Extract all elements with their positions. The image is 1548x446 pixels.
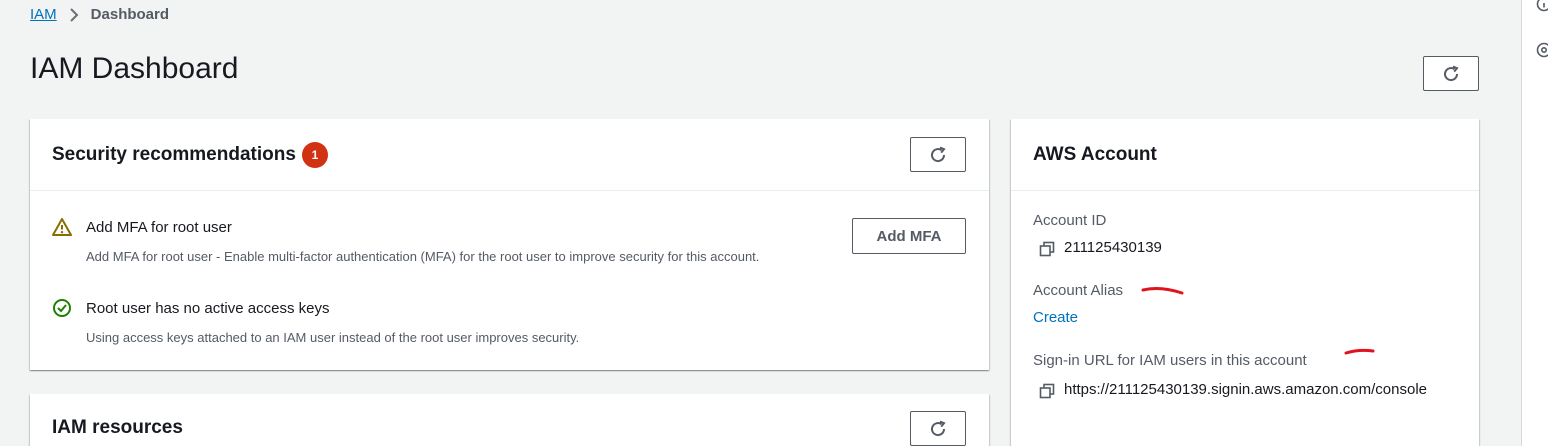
security-card-header: Security recommendations 1	[30, 119, 989, 191]
security-card-title: Security recommendations	[52, 143, 296, 165]
refresh-icon	[1444, 65, 1459, 81]
signin-url-value: https://211125430139.signin.aws.amazon.c…	[1039, 381, 1456, 402]
security-recommendations-card: Security recommendations 1 Add MFA for r…	[30, 119, 989, 370]
recommendation-description: Using access keys attached to an IAM use…	[86, 330, 580, 345]
copy-icon[interactable]	[1039, 241, 1055, 257]
breadcrumb-iam-link[interactable]: IAM	[30, 6, 57, 23]
security-refresh-button[interactable]	[910, 137, 966, 172]
account-card-title: AWS Account	[1033, 143, 1157, 165]
account-card-header: AWS Account	[1011, 119, 1479, 191]
recommendation-description: Add MFA for root user - Enable multi-fac…	[86, 249, 760, 264]
account-alias-label: Account Alias	[1033, 282, 1124, 299]
annotation-mark	[1141, 287, 1184, 295]
recommendation-item: Add MFA for root user Add MFA for root u…	[52, 217, 759, 264]
refresh-icon	[931, 146, 946, 162]
settings-icon[interactable]	[1536, 42, 1548, 58]
signin-url-label: Sign-in URL for IAM users in this accoun…	[1033, 352, 1307, 369]
account-id-text: 211125430139	[1064, 239, 1162, 256]
right-side-panel	[1521, 0, 1548, 446]
resources-refresh-button[interactable]	[910, 411, 966, 446]
chevron-right-icon	[69, 7, 79, 22]
info-icon[interactable]	[1536, 0, 1548, 12]
resources-card-title: IAM resources	[52, 417, 183, 438]
create-alias-link[interactable]: Create	[1033, 309, 1078, 326]
check-circle-icon	[53, 299, 71, 317]
page-title: IAM Dashboard	[30, 52, 239, 85]
signin-url-text: https://211125430139.signin.aws.amazon.c…	[1064, 381, 1428, 398]
aws-account-card: AWS Account Account ID 211125430139 Acco…	[1011, 119, 1479, 446]
account-id-label: Account ID	[1033, 212, 1107, 229]
page-refresh-button[interactable]	[1423, 56, 1479, 91]
annotation-mark	[1344, 348, 1375, 355]
recommendation-title: Root user has no active access keys	[86, 299, 330, 317]
recommendation-count-badge: 1	[301, 141, 328, 168]
breadcrumb: IAM Dashboard	[30, 6, 169, 23]
breadcrumb-current: Dashboard	[90, 6, 170, 23]
copy-icon[interactable]	[1039, 383, 1055, 399]
add-mfa-button[interactable]: Add MFA	[852, 218, 966, 254]
account-id-value: 211125430139	[1039, 239, 1162, 257]
refresh-icon	[931, 420, 946, 436]
recommendation-item: Root user has no active access keys Usin…	[52, 298, 579, 345]
recommendation-title: Add MFA for root user	[86, 218, 232, 236]
warning-icon	[52, 218, 72, 236]
resources-card-header: IAM resources	[30, 394, 989, 446]
iam-resources-card: IAM resources	[30, 394, 989, 446]
